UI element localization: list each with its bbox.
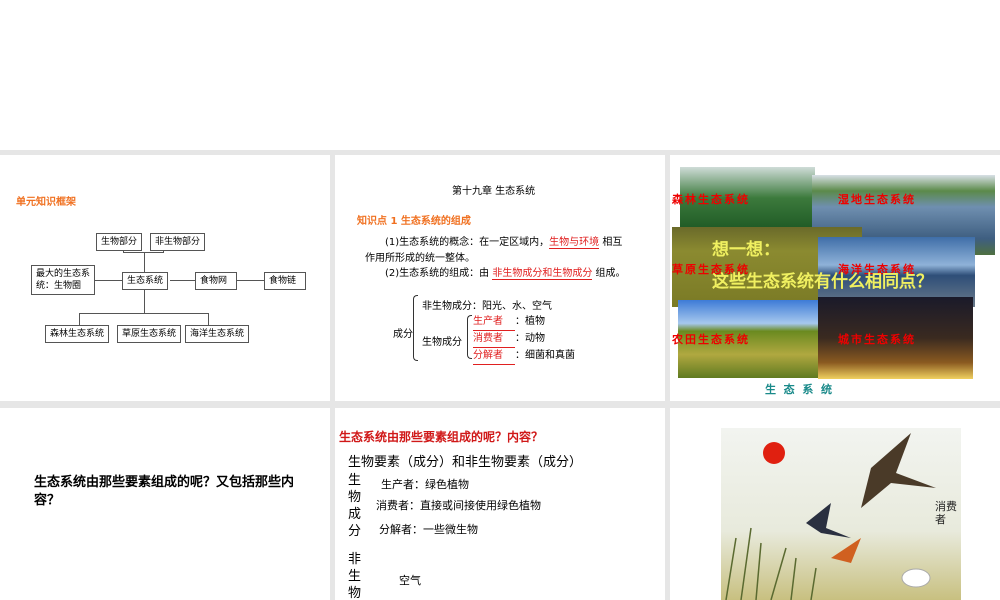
oriole-icon [831,538,861,563]
footer-ecosystem: 生 态 系 统 [765,383,832,396]
box-ocean: 海洋生态系统 [185,325,250,343]
answer-blank: 生物与环境 [549,237,600,249]
consumer-label: 消费者 [935,500,957,526]
nature-picture [721,428,961,600]
decomposer: 分解者：一些微生物 [379,523,478,536]
rabbit-icon [901,568,931,588]
label-city: 城市生态系统 [838,333,916,346]
box-forest: 森林生态系统 [45,325,110,343]
bio-components: 生物成分 [422,337,462,348]
slide-title: 单元知识框架 [16,197,76,208]
label-components: 成分 [393,329,413,340]
role-desc: ：动物 [515,333,545,344]
label-farmland: 农田生态系统 [672,333,750,346]
role-desc: ：细菌和真菌 [515,350,575,361]
label-wetland: 湿地生态系统 [838,193,916,206]
grass-icon [725,527,817,600]
box-food-web: 食物网 [195,272,237,290]
box-grassland: 草原生态系统 [117,325,182,343]
box-ecosystem: 生态系统 [122,272,169,290]
vertical-nonbio-label: 非生物 [348,552,362,600]
nonbio-components: 非生物成分：阳光、水、空气 [422,301,552,312]
slide-ecosystem-photos[interactable]: 森林生态系统 湿地生态系统 草原生态系统 海洋生态系统 农田生态系统 城市生态系… [670,155,1000,401]
slide-question[interactable]: 生态系统由那些要素组成的呢？又包括那些内容？ [0,408,330,600]
slide-knowledge-framework[interactable]: 单元知识框架 生物部分 非生物部分 最大的生态系统：生物圈 生态系统 食物网 食… [0,155,330,401]
slide-title: 生态系统由那些要素组成的呢？内容？ [339,430,544,444]
text: 相互 [602,237,623,248]
role-desc: ：植物 [515,316,545,327]
eagle-icon [861,433,936,508]
answer-blank: 非生物成分和生物成分 [492,268,593,280]
knowledge-point: 知识点 1 生态系统的组成 [357,216,471,227]
role-name: 分解者 [473,348,515,365]
text: (1)生态系统的概念：在一定区域内， [385,237,550,248]
question-text: 生态系统由那些要素组成的呢？又包括那些内容？ [34,475,295,508]
text: 作用所形成的统一整体。 [365,253,475,264]
text: (2)生态系统的组成：由 [385,268,490,279]
box-food-chain: 食物链 [264,272,306,290]
consumer: 消费者：直接或间接使用绿色植物 [376,499,541,512]
label-forest: 森林生态系统 [672,193,750,206]
think-heading: 想一想： [712,240,780,260]
box-biosphere: 最大的生态系统：生物圈 [31,265,95,295]
role-name: 生产者 [473,314,515,331]
producer: 生产者：绿色植物 [381,478,469,491]
question: 这些生态系统有什么相同点？ [712,272,933,292]
text: 组成。 [595,268,626,279]
vertical-bio-label: 生物成分 [348,473,362,539]
slide-consumer-picture[interactable]: 消费者 [670,408,1000,600]
subtitle: 生物要素（成分）和非生物要素（成分） [348,455,583,470]
air: 空气 [399,574,421,587]
slide-components[interactable]: 生态系统由那些要素组成的呢？内容？ 生物要素（成分）和非生物要素（成分） 生物成… [335,408,665,600]
bird-scene-illustration [725,433,936,600]
role-name: 消费者 [473,331,515,348]
chapter-title: 第十九章 生态系统 [452,186,536,197]
swallow-icon [806,503,851,538]
box-nonbio-part: 非生物部分 [150,233,206,251]
box-bio-part: 生物部分 [96,233,143,251]
slide-chapter-19[interactable]: 第十九章 生态系统 知识点 1 生态系统的组成 (1)生态系统的概念：在一定区域… [335,155,665,401]
sun-icon [763,442,785,464]
